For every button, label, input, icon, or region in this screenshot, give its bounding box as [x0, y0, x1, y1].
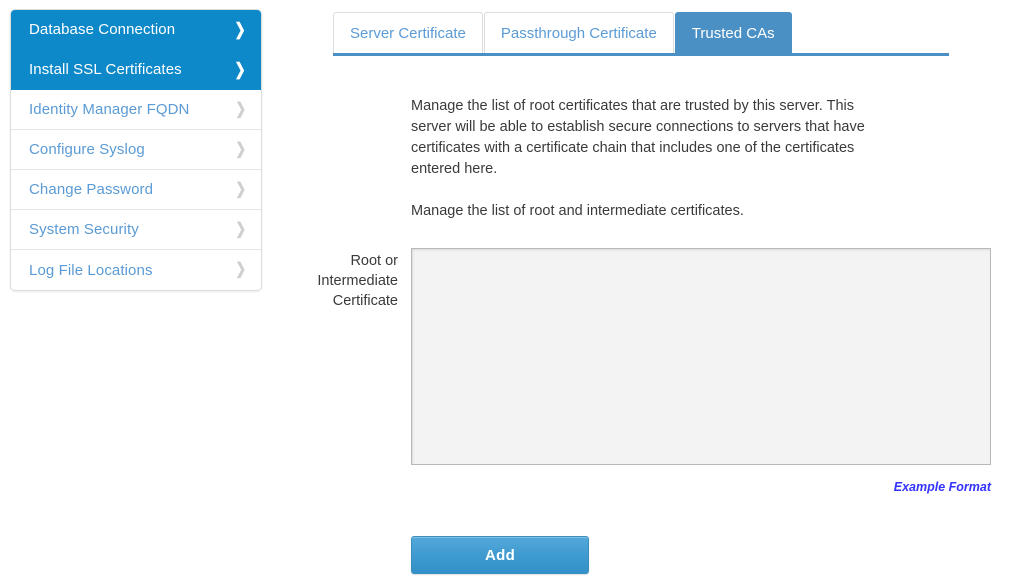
add-button[interactable]: Add [411, 536, 589, 574]
description-paragraph-1: Manage the list of root certificates tha… [411, 98, 865, 177]
tab-trusted-cas[interactable]: Trusted CAs [674, 12, 792, 53]
description-block: Manage the list of root certificates tha… [411, 96, 881, 222]
tab-label: Passthrough Certificate [500, 24, 657, 42]
sidebar-item-label: Identity Manager FQDN [29, 101, 190, 118]
sidebar-item-change-password[interactable]: Change Password ❯ [11, 170, 261, 210]
sidebar-item-label: Log File Locations [29, 261, 153, 279]
sidebar-item-log-file-locations[interactable]: Log File Locations ❯ [11, 250, 261, 290]
example-format-link[interactable]: Example Format [700, 480, 991, 494]
tab-strip: Server Certificate Passthrough Certifica… [333, 12, 949, 56]
chevron-right-icon: ❯ [234, 261, 246, 278]
sidebar-item-system-security[interactable]: System Security ❯ [11, 210, 261, 250]
sidebar-item-label: System Security [29, 221, 139, 238]
description-paragraph-2: Manage the list of root and intermediate… [411, 203, 744, 219]
chevron-right-icon: ❯ [234, 140, 246, 158]
chevron-right-icon: ❯ [234, 180, 246, 198]
tab-passthrough-certificate[interactable]: Passthrough Certificate [483, 12, 674, 53]
sidebar-item-label: Database Connection [29, 21, 176, 38]
sidebar-item-database-connection[interactable]: Database Connection ❯ [11, 10, 261, 50]
certificate-textarea[interactable] [411, 248, 991, 465]
tabs-row: Server Certificate Passthrough Certifica… [333, 12, 949, 53]
sidebar-nav: Database Connection ❯ Install SSL Certif… [10, 9, 262, 291]
sidebar-item-install-ssl-certificates[interactable]: Install SSL Certificates ❯ [11, 50, 261, 90]
chevron-right-icon: ❯ [234, 60, 246, 79]
certificate-field-row: Root or Intermediate Certificate [300, 248, 991, 465]
tab-underline [333, 53, 949, 56]
sidebar-item-label: Change Password [29, 181, 154, 198]
sidebar-item-configure-syslog[interactable]: Configure Syslog ❯ [11, 130, 261, 170]
tab-label: Trusted CAs [691, 24, 775, 42]
chevron-right-icon: ❯ [234, 20, 246, 39]
certificate-field-label: Root or Intermediate Certificate [317, 253, 398, 309]
chevron-right-icon: ❯ [234, 100, 246, 118]
sidebar-item-label: Configure Syslog [29, 141, 145, 158]
tab-label: Server Certificate [350, 24, 466, 42]
sidebar-item-label: Install SSL Certificates [29, 61, 182, 78]
chevron-right-icon: ❯ [234, 220, 246, 238]
sidebar-item-identity-manager-fqdn[interactable]: Identity Manager FQDN ❯ [11, 90, 261, 130]
tab-server-certificate[interactable]: Server Certificate [333, 12, 483, 53]
